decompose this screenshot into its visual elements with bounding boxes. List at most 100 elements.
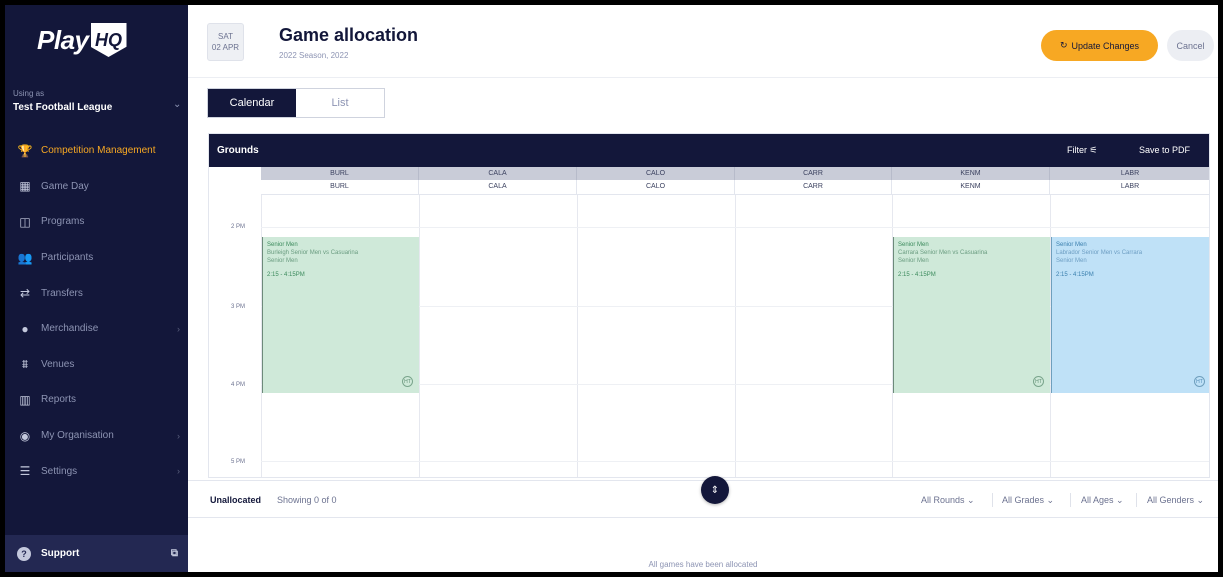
tab-list[interactable]: List: [296, 89, 384, 117]
date-badge: SAT 02 APR: [207, 23, 244, 61]
sidebar-item-participants[interactable]: 👥 Participants: [5, 240, 188, 276]
expand-collapse-button[interactable]: ⇕: [701, 476, 729, 504]
sidebar-item-label: Venues: [41, 358, 75, 370]
venue-icon: ⩩: [21, 356, 29, 371]
sidebar-item-label: Transfers: [41, 287, 83, 299]
chevron-down-icon[interactable]: ⌄: [173, 99, 181, 110]
hour-label: 3 PM: [231, 304, 246, 310]
help-icon: ?: [17, 546, 31, 561]
game-title: Senior Men: [1056, 242, 1087, 248]
participants-icon: 👥: [17, 250, 33, 265]
rounds-filter-dropdown[interactable]: All Rounds ⌄: [921, 495, 975, 506]
column-divider: [577, 195, 578, 477]
rounds-filter-label: All Rounds: [921, 495, 965, 505]
ages-filter-dropdown[interactable]: All Ages ⌄: [1081, 495, 1124, 506]
ground-column-subheader: LABR: [1050, 180, 1209, 195]
ground-column-header: KENM: [892, 167, 1050, 180]
date-number: 02 APR: [211, 43, 240, 52]
genders-filter-dropdown[interactable]: All Genders ⌄: [1147, 495, 1204, 506]
game-time: 2:15 - 4:15PM: [267, 272, 305, 278]
genders-filter-label: All Genders: [1147, 495, 1195, 505]
tab-calendar[interactable]: Calendar: [208, 89, 296, 117]
filter-label: Filter: [1067, 145, 1087, 155]
sidebar-item-competition-management[interactable]: 🏆 Competition Management: [5, 133, 188, 169]
ground-column-subheader: CALA: [419, 180, 577, 195]
sidebar-item-transfers[interactable]: ⇄ Transfers: [5, 275, 188, 311]
sidebar-item-label: Game Day: [41, 180, 89, 192]
date-day: SAT: [218, 32, 233, 41]
app-window: Play HQ Using as Test Football League ⌄ …: [5, 5, 1218, 572]
playhq-logo[interactable]: Play HQ: [37, 23, 127, 57]
hour-label: 2 PM: [231, 224, 246, 230]
season-subtitle: 2022 Season, 2022: [279, 51, 349, 60]
organisation-icon: ◉: [19, 428, 31, 443]
update-changes-label: Update Changes: [1071, 40, 1140, 51]
filter-button[interactable]: Filter ⚟: [1067, 145, 1098, 156]
sidebar-item-settings[interactable]: ☰ Settings ›: [5, 453, 188, 489]
ground-column-header: CALA: [419, 167, 577, 180]
logo-text: Play: [37, 24, 89, 55]
sidebar-nav: 🏆 Competition Management ▦ Game Day ◫ Pr…: [5, 133, 188, 489]
sidebar-item-reports[interactable]: ▥ Reports: [5, 382, 188, 418]
game-title: Senior Men: [898, 242, 929, 248]
sidebar-item-programs[interactable]: ◫ Programs: [5, 204, 188, 240]
support-button[interactable]: ? Support ⧉: [5, 535, 188, 572]
game-status-badge: HT: [1194, 376, 1205, 387]
refresh-icon: ↻: [1059, 40, 1068, 50]
game-card[interactable]: Senior Men Burleigh Senior Men vs Casuar…: [262, 237, 419, 393]
sidebar-item-my-organisation[interactable]: ◉ My Organisation ›: [5, 418, 188, 454]
game-card[interactable]: Senior Men Labrador Senior Men vs Carrar…: [1051, 237, 1209, 393]
grounds-title: Grounds: [217, 145, 259, 156]
ground-column-subheader: CALO: [577, 180, 735, 195]
game-grade: Senior Men: [1056, 258, 1087, 264]
update-changes-button[interactable]: ↻ Update Changes: [1041, 30, 1158, 61]
trophy-icon: 🏆: [17, 143, 33, 158]
save-to-pdf-button[interactable]: Save to PDF: [1139, 145, 1190, 155]
chevron-right-icon: ›: [177, 323, 180, 334]
sidebar-item-label: Competition Management: [41, 145, 156, 157]
grades-filter-dropdown[interactable]: All Grades ⌄: [1002, 495, 1054, 506]
transfer-icon: ⇄: [19, 286, 31, 301]
ground-column-header: LABR: [1050, 167, 1209, 180]
unallocated-count: Showing 0 of 0: [277, 495, 337, 505]
game-status-badge: HT: [402, 376, 413, 387]
game-grade: Senior Men: [898, 258, 929, 264]
programs-icon: ◫: [19, 214, 31, 229]
game-matchup: Carrara Senior Men vs Casuarina: [898, 250, 988, 256]
hour-gridline: [261, 227, 1209, 228]
reports-icon: ▥: [19, 392, 31, 407]
ground-column-header: CARR: [735, 167, 892, 180]
chevron-right-icon: ›: [177, 466, 180, 477]
ground-column-subheader: KENM: [892, 180, 1050, 195]
game-time: 2:15 - 4:15PM: [898, 272, 936, 278]
page-title: Game allocation: [279, 25, 419, 45]
settings-icon: ☰: [19, 464, 31, 479]
game-matchup: Burleigh Senior Men vs Casuarina: [267, 250, 359, 256]
external-link-icon: ⧉: [170, 548, 178, 559]
filter-divider: [992, 493, 993, 507]
grades-filter-label: All Grades: [1002, 495, 1045, 505]
ground-column-header: CALO: [577, 167, 735, 180]
calendar-toolbar: Grounds Filter ⚟ Save to PDF: [209, 134, 1209, 167]
game-matchup: Labrador Senior Men vs Carrara: [1056, 250, 1143, 256]
sidebar-item-label: My Organisation: [41, 430, 114, 442]
sidebar-item-game-day[interactable]: ▦ Game Day: [5, 169, 188, 205]
game-card[interactable]: Senior Men Carrara Senior Men vs Casuari…: [893, 237, 1050, 393]
sidebar-item-venues[interactable]: ⩩ Venues: [5, 347, 188, 383]
sidebar-item-label: Reports: [41, 394, 77, 406]
merchandise-icon: ●: [21, 321, 29, 336]
ground-column-header: BURL: [261, 167, 419, 180]
sidebar-item-label: Participants: [41, 252, 94, 264]
header-divider: [188, 77, 1218, 78]
empty-state-message: All games have been allocated: [648, 560, 758, 569]
cancel-button[interactable]: Cancel: [1167, 30, 1214, 61]
game-grade: Senior Men: [267, 258, 298, 264]
sidebar: Play HQ Using as Test Football League ⌄ …: [5, 5, 188, 572]
sidebar-item-label: Merchandise: [41, 323, 99, 335]
ages-filter-label: All Ages: [1081, 495, 1114, 505]
org-switcher[interactable]: Test Football League: [13, 102, 112, 113]
scoreboard-icon: ▦: [19, 179, 31, 194]
filter-divider: [1070, 493, 1071, 507]
sidebar-item-merchandise[interactable]: ● Merchandise ›: [5, 311, 188, 347]
view-toggle: Calendar List: [207, 88, 385, 118]
